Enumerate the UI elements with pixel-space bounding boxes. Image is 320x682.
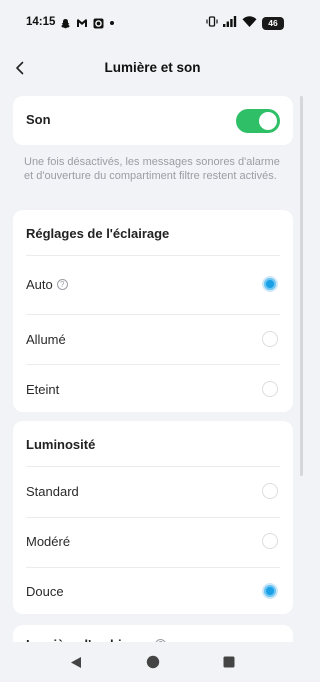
navigation-bar	[0, 642, 305, 682]
radio-button-selected[interactable]	[262, 583, 278, 599]
lighting-option-eteint[interactable]: Eteint	[13, 365, 293, 415]
status-time: 14:15	[26, 16, 56, 28]
notification-icons	[60, 16, 115, 30]
brightness-title: Luminosité	[26, 437, 96, 452]
radio-button[interactable]	[262, 483, 278, 499]
page-title: Lumière et son	[104, 60, 201, 75]
brightness-option-standard[interactable]: Standard	[13, 467, 293, 517]
sound-toggle[interactable]	[236, 109, 280, 133]
square-recents-icon	[223, 656, 235, 668]
nav-back-button[interactable]	[68, 654, 84, 670]
lighting-option-allume[interactable]: Allumé	[13, 315, 293, 365]
system-icons: 46	[206, 15, 284, 31]
circle-home-icon	[146, 655, 160, 669]
lighting-option-auto[interactable]: Auto ?	[13, 260, 293, 310]
snapchat-icon	[60, 18, 71, 29]
option-label: Eteint	[26, 382, 60, 397]
radio-button-selected[interactable]	[262, 276, 278, 292]
lighting-card: Réglages de l'éclairage Auto ? Allumé Et…	[13, 210, 293, 412]
wifi-icon	[242, 14, 257, 32]
brightness-option-douce[interactable]: Douce	[13, 567, 293, 617]
sound-card: Son	[13, 96, 293, 145]
brightness-option-modere[interactable]: Modéré	[13, 517, 293, 567]
brightness-card: Luminosité Standard Modéré Douce	[13, 421, 293, 614]
option-label: Auto	[26, 277, 53, 292]
divider	[26, 255, 280, 256]
radio-button[interactable]	[262, 381, 278, 397]
lighting-title: Réglages de l'éclairage	[26, 226, 170, 241]
header: Lumière et son	[0, 46, 305, 90]
option-label: Modéré	[26, 534, 71, 549]
status-bar: 14:15 46	[0, 0, 305, 46]
vibrate-icon	[206, 14, 218, 32]
nav-recents-button[interactable]	[221, 654, 237, 670]
app-icon	[93, 18, 104, 29]
radio-button[interactable]	[262, 533, 278, 549]
info-icon[interactable]: ?	[56, 279, 68, 290]
triangle-back-icon	[71, 656, 81, 668]
toggle-knob	[259, 112, 277, 130]
option-label: Allumé	[26, 332, 66, 347]
battery-icon: 46	[262, 16, 284, 30]
sound-label: Son	[26, 112, 51, 127]
nav-home-button[interactable]	[145, 654, 161, 670]
signal-icon	[223, 14, 237, 32]
radio-button[interactable]	[262, 331, 278, 347]
dot-icon	[109, 20, 115, 26]
sound-note: Une fois désactivés, les messages sonore…	[24, 156, 280, 182]
scrollbar[interactable]	[300, 96, 303, 476]
gmail-icon	[76, 18, 88, 28]
option-label: Standard	[26, 484, 79, 499]
option-label: Douce	[26, 584, 64, 599]
